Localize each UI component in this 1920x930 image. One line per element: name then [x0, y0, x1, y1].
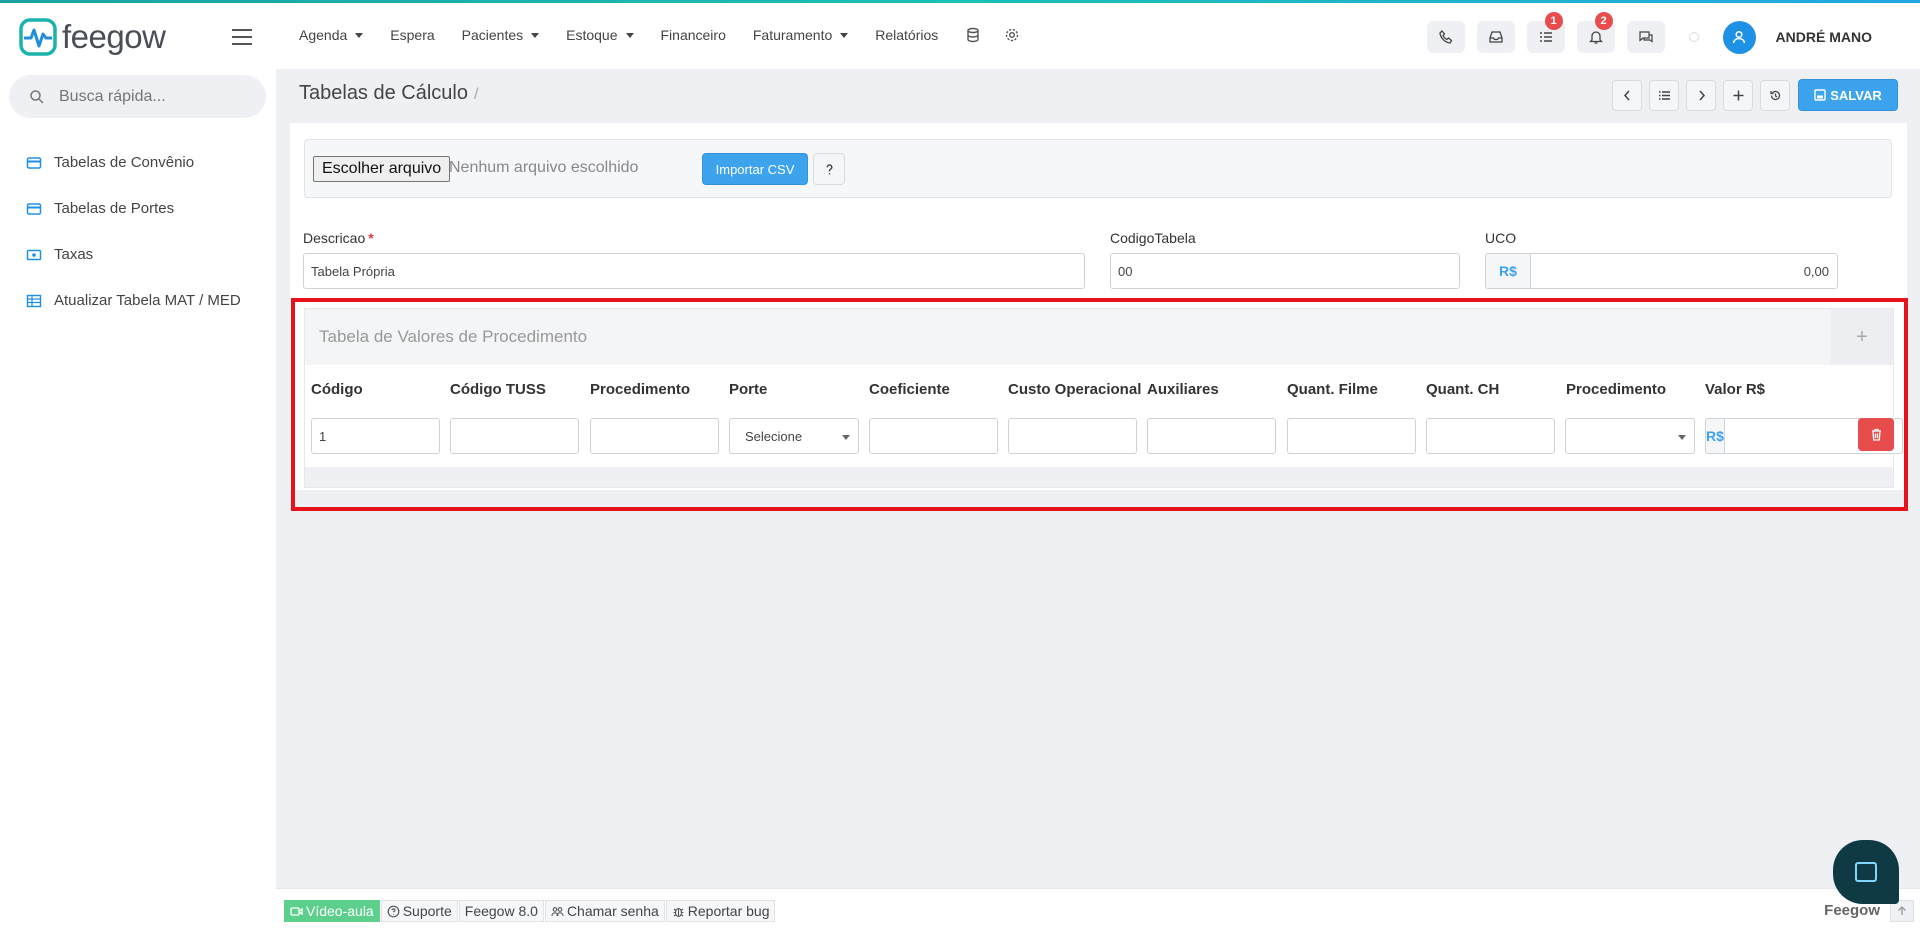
tasks-button[interactable]: 1 — [1526, 12, 1565, 53]
sidebar-item-taxas[interactable]: Taxas — [26, 246, 93, 263]
save-button[interactable]: SALVAR — [1798, 79, 1898, 111]
user-name[interactable]: ANDRÉ MANO — [1776, 29, 1872, 45]
descricao-input[interactable] — [303, 253, 1085, 289]
avatar[interactable] — [1722, 20, 1756, 54]
list-icon — [1658, 90, 1670, 100]
video-icon — [290, 906, 303, 916]
phone-icon — [1438, 30, 1452, 44]
highlight-box — [291, 298, 1908, 511]
sidebar-item-tabelas-portes[interactable]: Tabelas de Portes — [26, 200, 174, 217]
task-list-icon — [1539, 32, 1552, 42]
uco-input[interactable] — [1530, 253, 1838, 289]
card-icon — [26, 156, 42, 169]
search-input[interactable] — [59, 87, 239, 106]
logo-icon — [19, 18, 57, 56]
chat-icon — [1638, 31, 1653, 43]
screen-share-icon — [1855, 862, 1877, 882]
status-indicator-icon — [1688, 32, 1699, 42]
nav-relatorios[interactable]: Relatórios — [875, 27, 938, 43]
tasks-badge: 1 — [1544, 12, 1563, 30]
uco-field: R$ — [1485, 253, 1838, 289]
top-right-toolbar: 1 2 ANDRÉ MANO — [1415, 12, 1920, 54]
sidebar-item-label: Tabelas de Convênio — [54, 154, 195, 171]
search-icon — [30, 89, 44, 104]
nav-estoque[interactable]: Estoque — [566, 27, 634, 43]
sidebar-item-label: Taxas — [54, 246, 94, 263]
suporte-link[interactable]: Suporte — [380, 900, 458, 922]
sidebar-item-label: Tabelas de Portes — [54, 200, 175, 217]
nav-financeiro[interactable]: Financeiro — [661, 27, 726, 43]
help-button[interactable] — [813, 153, 845, 185]
nav-espera[interactable]: Espera — [390, 27, 434, 43]
nav-faturamento[interactable]: Faturamento — [753, 27, 849, 43]
choose-file-button[interactable]: Escolher arquivo — [313, 156, 451, 182]
history-icon — [1769, 90, 1780, 100]
feegow-logo[interactable]: feegow — [18, 17, 166, 57]
video-aula-link[interactable]: Vídeo-aula — [284, 900, 380, 922]
breadcrumb-separator: / — [474, 86, 479, 103]
chevron-down-icon — [531, 32, 540, 38]
chevron-down-icon — [355, 32, 364, 38]
descricao-label: Descricao * — [303, 230, 374, 246]
page-title: Tabelas de Cálculo / — [299, 82, 479, 104]
uco-label: UCO — [1485, 230, 1517, 246]
phone-button[interactable] — [1426, 21, 1465, 53]
chat-button[interactable] — [1626, 21, 1665, 53]
gear-icon[interactable] — [1004, 27, 1020, 43]
sidebar-item-label: Atualizar Tabela MAT / MED — [54, 292, 241, 309]
inbox-icon — [1488, 31, 1503, 43]
floating-chat-button[interactable] — [1833, 840, 1899, 904]
notifications-button[interactable]: 2 — [1576, 12, 1615, 53]
currency-prefix: R$ — [1485, 253, 1530, 289]
next-button[interactable] — [1686, 79, 1716, 111]
sidebar-item-atualizar-mat-med[interactable]: Atualizar Tabela MAT / MED — [26, 292, 241, 309]
list-button[interactable] — [1649, 79, 1679, 111]
import-csv-button[interactable]: Importar CSV — [702, 153, 808, 185]
add-button[interactable] — [1723, 79, 1753, 111]
quick-search — [9, 75, 266, 118]
users-icon — [551, 906, 564, 916]
help-circle-icon — [387, 905, 400, 917]
nav-pacientes[interactable]: Pacientes — [462, 27, 540, 43]
question-icon — [826, 163, 832, 174]
inbox-button[interactable] — [1476, 21, 1515, 53]
arrow-up-icon — [1898, 906, 1906, 915]
version-label: Feegow 8.0 — [458, 900, 544, 922]
chamar-senha-link[interactable]: Chamar senha — [544, 900, 665, 922]
previous-button[interactable] — [1612, 79, 1642, 111]
top-navbar: feegow Agenda Espera Pacientes Estoque F… — [0, 3, 1920, 69]
sidebar-item-tabelas-convenio[interactable]: Tabelas de Convênio — [26, 154, 194, 171]
footer-brand: Feegow — [1824, 902, 1880, 919]
chevron-down-icon — [625, 32, 634, 38]
history-button[interactable] — [1760, 79, 1790, 111]
menu-toggle-icon[interactable] — [232, 29, 252, 45]
plus-icon — [1733, 90, 1743, 100]
chevron-down-icon — [840, 32, 849, 38]
database-icon[interactable] — [965, 27, 981, 43]
table-icon — [26, 294, 42, 307]
footer-links: Vídeo-aula Suporte Feegow 8.0 Chamar sen… — [284, 900, 776, 922]
required-marker: * — [368, 230, 374, 246]
notifications-badge: 2 — [1594, 12, 1613, 30]
codigo-tabela-input[interactable] — [1110, 253, 1460, 289]
csv-import-panel: Escolher arquivo Nenhum arquivo escolhid… — [304, 139, 1892, 198]
chevron-right-icon — [1698, 90, 1705, 100]
user-icon — [1732, 30, 1746, 44]
bug-icon — [673, 907, 684, 917]
header-actions: SALVAR — [1605, 79, 1898, 111]
codigo-tabela-label: CodigoTabela — [1110, 230, 1196, 246]
main-nav: Agenda Espera Pacientes Estoque Financei… — [299, 27, 1043, 43]
card-icon — [26, 202, 42, 215]
money-icon — [26, 249, 42, 260]
reportar-bug-link[interactable]: Reportar bug — [665, 900, 776, 922]
file-status: Nenhum arquivo escolhido — [449, 159, 639, 176]
logo-text: feegow — [62, 18, 166, 55]
chevron-left-icon — [1623, 90, 1630, 100]
sidebar: Tabelas de Convênio Tabelas de Portes Ta… — [0, 69, 276, 930]
bell-icon — [1588, 31, 1603, 44]
nav-agenda[interactable]: Agenda — [299, 27, 364, 43]
save-icon — [1814, 89, 1826, 101]
footer-bar: Vídeo-aula Suporte Feegow 8.0 Chamar sen… — [276, 888, 1920, 930]
